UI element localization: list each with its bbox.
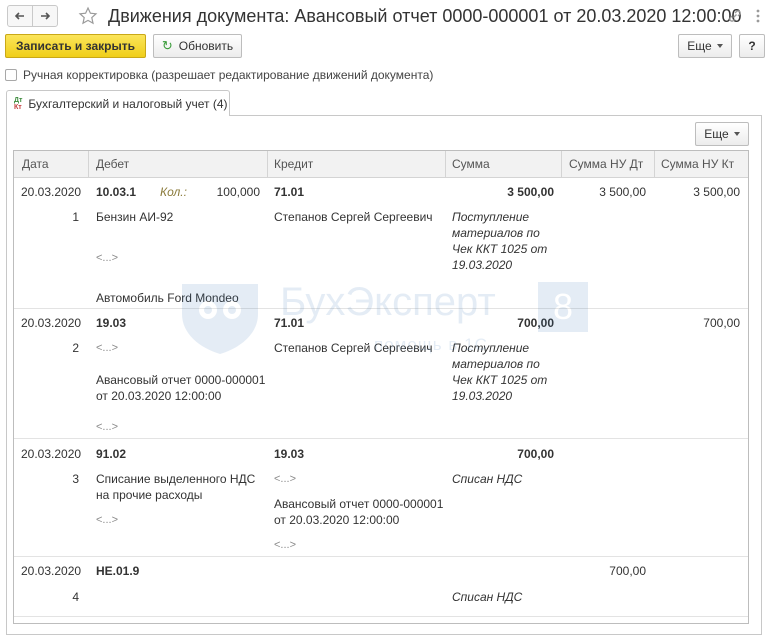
command-bar: Записать и закрыть ↻ Обновить Еще ? [0,34,768,62]
manual-correction-row[interactable]: Ручная корректировка (разрешает редактир… [5,68,433,82]
credit-subconto-1: Степанов Сергей Сергеевич [274,210,433,224]
table-row[interactable]: 20.03.2020 2 19.03 <...> Авансовый отчет… [14,309,748,439]
debit-subconto-3: Автомобиль Ford Mondeo [96,291,239,305]
amount-nu-dt: 3 500,00 [599,185,646,199]
debit-subconto-1: Бензин АИ-92 [96,210,174,224]
back-button[interactable] [7,5,33,27]
debit-subconto-2: <...> [96,514,119,526]
manual-correction-label: Ручная корректировка (разрешает редактир… [23,68,434,82]
entry-content: Поступление материалов по Чек ККТ 1025 о… [452,341,548,403]
credit-account: 71.01 [274,185,305,199]
row-date: 20.03.2020 [21,447,82,461]
amount-nu-kt: 3 500,00 [693,185,740,199]
amount-nu-dt: 700,00 [609,564,646,578]
window-title: Движения документа: Авансовый отчет 0000… [108,6,742,26]
header-nu-dt[interactable]: Сумма НУ Дт [569,157,643,171]
entries-table: Дата Дебет Кредит Сумма Сумма НУ Дт Сумм… [13,150,749,624]
amount-nu-kt: 700,00 [703,316,740,330]
entry-content: Поступление материалов по Чек ККТ 1025 о… [452,210,548,272]
refresh-button[interactable]: ↻ Обновить [153,34,242,58]
row-date: 20.03.2020 [21,564,82,578]
tab-accounting[interactable]: Дт Кт Бухгалтерский и налоговый учет (4) [6,90,230,116]
debit-account: 91.02 [96,447,127,461]
arrow-right-icon [41,12,51,20]
header-amount[interactable]: Сумма [452,157,490,171]
row-date: 20.03.2020 [21,316,82,330]
table-more-button[interactable]: Еще [695,122,749,146]
save-and-close-button[interactable]: Записать и закрыть [5,34,146,58]
tab-label: Бухгалтерский и налоговый учет (4) [28,96,228,111]
help-button[interactable]: ? [739,34,765,58]
table-row[interactable]: 20.03.2020 4 НЕ.01.9 700,00 Списан НДС [14,557,748,617]
header-credit[interactable]: Кредит [274,157,313,171]
more-actions-button[interactable]: Еще [678,34,732,58]
arrow-left-icon [14,12,24,20]
credit-subconto-3: <...> [274,539,297,551]
more-menu-icon[interactable] [750,8,766,24]
manual-correction-checkbox[interactable] [5,69,17,81]
amount: 3 500,00 [507,185,554,199]
row-number: 3 [72,472,79,486]
debit-subconto-1: <...> [96,342,119,354]
qty-value: 100,000 [216,185,260,199]
debit-subconto-3: <...> [96,421,119,433]
refresh-icon: ↻ [161,38,173,53]
credit-account: 19.03 [274,447,305,461]
debit-subconto-1: Списание выделенного НДС на прочие расхо… [96,472,256,502]
debit-account: 19.03 [96,316,127,330]
chevron-down-icon [733,132,740,136]
table-row[interactable]: 20.03.2020 3 91.02 Списание выделенного … [14,439,748,557]
debit-subconto-2: <...> [96,252,119,264]
amount: 700,00 [517,316,554,330]
header-nu-kt[interactable]: Сумма НУ Кт [661,157,734,171]
table-row[interactable]: 20.03.2020 1 10.03.1 Кол.: 100,000 Бензи… [14,178,748,309]
credit-subconto-2: Авансовый отчет 0000-000001 от 20.03.202… [274,497,444,527]
more-label: Еще [687,39,712,53]
entry-content: Списан НДС [452,590,523,604]
title-bar: Движения документа: Авансовый отчет 0000… [0,0,768,32]
header-debit[interactable]: Дебет [96,157,129,171]
debit-account: 10.03.1 [96,185,137,199]
credit-subconto-1: <...> [274,473,297,485]
credit-account: 71.01 [274,316,305,330]
credit-subconto-1: Степанов Сергей Сергеевич [274,341,433,355]
debit-subconto-2: Авансовый отчет 0000-000001 от 20.03.202… [96,373,266,403]
table-more-label: Еще [704,127,729,141]
header-date[interactable]: Дата [22,157,49,171]
chevron-down-icon [716,44,723,48]
debit-account: НЕ.01.9 [96,564,140,578]
amount: 700,00 [517,447,554,461]
dt-kt-icon: Дт Кт [14,96,23,111]
row-number: 4 [72,590,79,604]
qty-label: Кол.: [160,185,187,199]
link-icon[interactable] [727,8,743,24]
refresh-label: Обновить [178,39,234,53]
forward-button[interactable] [32,5,58,27]
row-number: 2 [72,341,79,355]
favorite-star-icon[interactable] [78,6,98,26]
entry-content: Списан НДС [452,472,523,486]
table-header: Дата Дебет Кредит Сумма Сумма НУ Дт Сумм… [14,151,748,178]
row-date: 20.03.2020 [21,185,82,199]
row-number: 1 [72,210,79,224]
